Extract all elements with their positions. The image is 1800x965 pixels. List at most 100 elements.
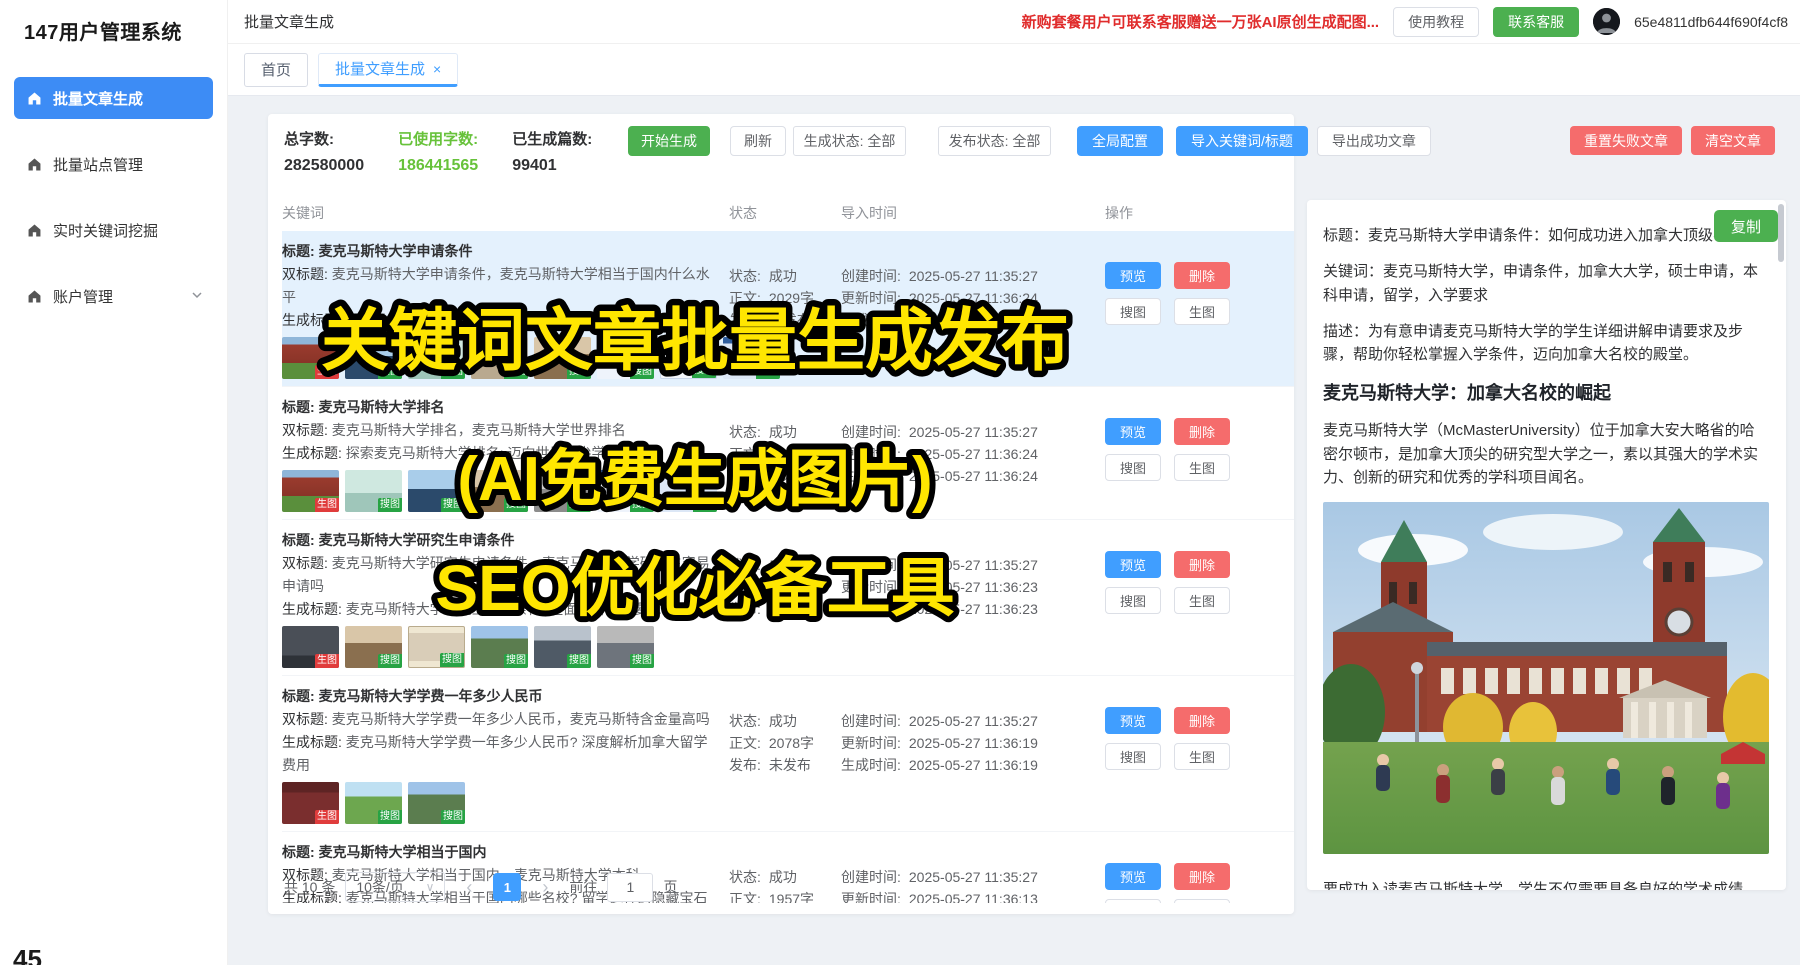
article-thumbnail[interactable]: 搜图 [534, 470, 591, 512]
created-time-line: 创建时间:2025-05-27 11:35:27 [841, 421, 1105, 443]
prev-page-button[interactable]: ‹ [455, 873, 483, 901]
import-keywords-button[interactable]: 导入关键词/标题 [1176, 126, 1308, 156]
operations-cell: 预览删除搜图生图 [1105, 396, 1284, 512]
article-thumbnail[interactable]: 搜图 [660, 337, 717, 379]
preview-button[interactable]: 预览 [1105, 707, 1161, 734]
operations-grid: 预览删除搜图生图 [1105, 707, 1284, 770]
tab-batch-article-generation[interactable]: 批量文章生成 × [318, 53, 458, 87]
contact-support-button[interactable]: 联系客服 [1493, 7, 1579, 37]
article-thumbnail[interactable]: 生图 [282, 337, 339, 379]
article-thumbnail[interactable]: 搜图 [723, 337, 780, 379]
article-thumbnail[interactable]: 生图 [282, 626, 339, 668]
generate-image-button[interactable]: 生图 [1174, 298, 1230, 325]
preview-button[interactable]: 预览 [1105, 262, 1161, 289]
column-header-status: 状态 [729, 197, 841, 229]
table-row[interactable]: 标题: 麦克马斯特大学研究生申请条件双标题: 麦克马斯特大学研究生申请条件，麦克… [282, 520, 1294, 676]
search-image-button[interactable]: 搜图 [1105, 587, 1161, 614]
preview-keywords: 关键词：麦克马斯特大学，申请条件，加拿大大学，硕士申请，本科申请，留学，入学要求 [1323, 260, 1766, 307]
article-thumbnail[interactable]: 生图 [282, 470, 339, 512]
article-thumbnail[interactable]: 搜图 [408, 626, 465, 668]
clear-articles-button[interactable]: 清空文章 [1691, 126, 1775, 155]
row-title-text: 标题: 麦克马斯特大学申请条件 [282, 240, 715, 263]
article-thumbnail[interactable]: 生图 [282, 782, 339, 824]
article-thumbnail[interactable]: 搜图 [408, 470, 465, 512]
article-thumbnail[interactable]: 搜图 [345, 626, 402, 668]
reset-failed-button[interactable]: 重置失败文章 [1570, 126, 1682, 155]
top-header: 批量文章生成 新购套餐用户可联系客服赠送一万张AI原创生成配图... 使用教程 … [228, 0, 1800, 44]
article-thumbnail[interactable]: 搜图 [660, 470, 717, 512]
delete-button[interactable]: 删除 [1174, 551, 1230, 578]
generated-image-badge: 生图 [315, 498, 339, 512]
breadcrumb: 批量文章生成 [244, 11, 334, 32]
sidebar-item-batch-site-management[interactable]: 批量站点管理 [14, 143, 213, 185]
search-image-button[interactable]: 搜图 [1105, 298, 1161, 325]
time-cell: 创建时间:2025-05-27 11:35:27更新时间:2025-05-27 … [841, 529, 1105, 668]
search-image-button[interactable]: 搜图 [1105, 899, 1161, 903]
close-tab-icon[interactable]: × [433, 61, 441, 77]
article-thumbnail[interactable]: 搜图 [597, 337, 654, 379]
copy-button[interactable]: 复制 [1714, 210, 1778, 242]
row-gen-text: 生成标题: 麦克马斯特大学申请条件: 如何成功进入加拿大顶级学府 [282, 309, 715, 332]
preview-button[interactable]: 预览 [1105, 418, 1161, 445]
page-number-button[interactable]: 1 [493, 873, 521, 901]
search-image-button[interactable]: 搜图 [1105, 454, 1161, 481]
article-thumbnail[interactable]: 搜图 [345, 782, 402, 824]
searched-image-badge: 搜图 [693, 498, 717, 512]
home-icon [26, 288, 43, 305]
preview-description: 描述：为有意申请麦克马斯特大学的学生详细讲解申请要求及步骤，帮助你轻松掌握入学条… [1323, 320, 1766, 367]
thumbnail-strip: 生图搜图搜图搜图搜图搜图搜图 [282, 470, 715, 512]
searched-image-badge: 搜图 [567, 365, 591, 379]
refresh-button[interactable]: 刷新 [730, 126, 786, 156]
export-success-button[interactable]: 导出成功文章 [1317, 126, 1431, 156]
article-thumbnail[interactable]: 搜图 [345, 337, 402, 379]
generation-status-select[interactable]: 生成状态: 全部 [793, 126, 906, 156]
article-thumbnail[interactable]: 搜图 [597, 470, 654, 512]
stat-used-words: 已使用字数: 186441565 [398, 128, 478, 175]
goto-page-input[interactable] [607, 873, 653, 902]
tab-label: 批量文章生成 [335, 58, 425, 79]
publish-line: 发布:未发布 [729, 754, 841, 776]
tutorial-button[interactable]: 使用教程 [1393, 7, 1479, 37]
sidebar-menu: 批量文章生成 批量站点管理 实时关键词挖掘 账户管理 [0, 77, 227, 317]
searched-image-badge: 搜图 [378, 498, 402, 512]
delete-button[interactable]: 删除 [1174, 262, 1230, 289]
delete-button[interactable]: 删除 [1174, 707, 1230, 734]
global-config-button[interactable]: 全局配置 [1077, 126, 1163, 156]
publish-status-select[interactable]: 发布状态: 全部 [938, 126, 1051, 156]
preview-button[interactable]: 预览 [1105, 863, 1161, 890]
generate-image-button[interactable]: 生图 [1174, 899, 1230, 903]
sidebar-item-account-management[interactable]: 账户管理 [14, 275, 213, 317]
generate-image-button[interactable]: 生图 [1174, 587, 1230, 614]
goto-label: 前往 [569, 877, 597, 897]
keyword-cell: 标题: 麦克马斯特大学研究生申请条件双标题: 麦克马斯特大学研究生申请条件，麦克… [282, 529, 729, 668]
article-thumbnail[interactable]: 搜图 [408, 782, 465, 824]
table-row[interactable]: 标题: 麦克马斯特大学排名双标题: 麦克马斯特大学排名，麦克马斯特大学世界排名生… [282, 387, 1294, 520]
table-row[interactable]: 标题: 麦克马斯特大学学费一年多少人民币双标题: 麦克马斯特大学学费一年多少人民… [282, 676, 1294, 832]
article-thumbnail[interactable]: 搜图 [471, 470, 528, 512]
article-thumbnail[interactable]: 搜图 [534, 337, 591, 379]
article-thumbnail[interactable]: 搜图 [597, 626, 654, 668]
avatar[interactable] [1593, 8, 1620, 35]
start-generation-button[interactable]: 开始生成 [628, 126, 710, 156]
article-thumbnail[interactable]: 搜图 [534, 626, 591, 668]
delete-button[interactable]: 删除 [1174, 863, 1230, 890]
article-thumbnail[interactable]: 搜图 [471, 337, 528, 379]
keyword-cell: 标题: 麦克马斯特大学排名双标题: 麦克马斯特大学排名，麦克马斯特大学世界排名生… [282, 396, 729, 512]
page-size-select[interactable]: 10条/页 ∨ [345, 872, 445, 902]
article-thumbnail[interactable]: 搜图 [471, 626, 528, 668]
next-page-button[interactable]: › [531, 873, 559, 901]
delete-button[interactable]: 删除 [1174, 418, 1230, 445]
sidebar-item-batch-article-generation[interactable]: 批量文章生成 [14, 77, 213, 119]
generate-image-button[interactable]: 生图 [1174, 743, 1230, 770]
generate-image-button[interactable]: 生图 [1174, 454, 1230, 481]
article-thumbnail[interactable]: 搜图 [408, 337, 465, 379]
preview-button[interactable]: 预览 [1105, 551, 1161, 578]
row-title-text: 标题: 麦克马斯特大学排名 [282, 396, 715, 419]
article-thumbnail[interactable]: 搜图 [345, 470, 402, 512]
sidebar-item-realtime-keyword-mining[interactable]: 实时关键词挖掘 [14, 209, 213, 251]
promo-notice: 新购套餐用户可联系客服赠送一万张AI原创生成配图... [1022, 11, 1380, 32]
table-row[interactable]: 标题: 麦克马斯特大学申请条件双标题: 麦克马斯特大学申请条件，麦克马斯特大学相… [282, 231, 1294, 387]
scrollbar-thumb[interactable] [1778, 204, 1784, 262]
search-image-button[interactable]: 搜图 [1105, 743, 1161, 770]
tab-home[interactable]: 首页 [244, 53, 308, 87]
